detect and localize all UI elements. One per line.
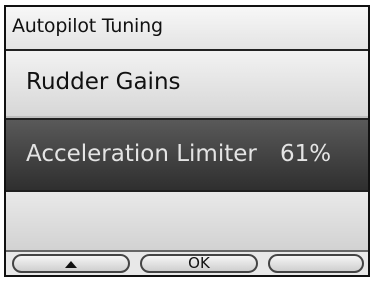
title-bar: Autopilot Tuning (6, 7, 368, 51)
menu-item-label: Acceleration Limiter (26, 141, 257, 167)
menu-item-empty (6, 192, 368, 250)
right-softkey[interactable] (268, 254, 364, 273)
autopilot-screen: Autopilot Tuning Rudder Gains Accelerati… (4, 5, 370, 277)
menu-item-acceleration-limiter[interactable]: Acceleration Limiter 61% (6, 118, 368, 192)
up-caret-icon (65, 261, 77, 268)
up-softkey[interactable] (12, 254, 130, 273)
menu-item-label: Rudder Gains (26, 69, 181, 95)
menu-item-value: 61% (280, 141, 332, 167)
screen-title: Autopilot Tuning (12, 15, 163, 37)
softkey-bar: OK (6, 250, 368, 275)
ok-label: OK (188, 254, 210, 272)
menu-item-rudder-gains[interactable]: Rudder Gains (6, 51, 368, 118)
ok-softkey[interactable]: OK (140, 254, 258, 273)
